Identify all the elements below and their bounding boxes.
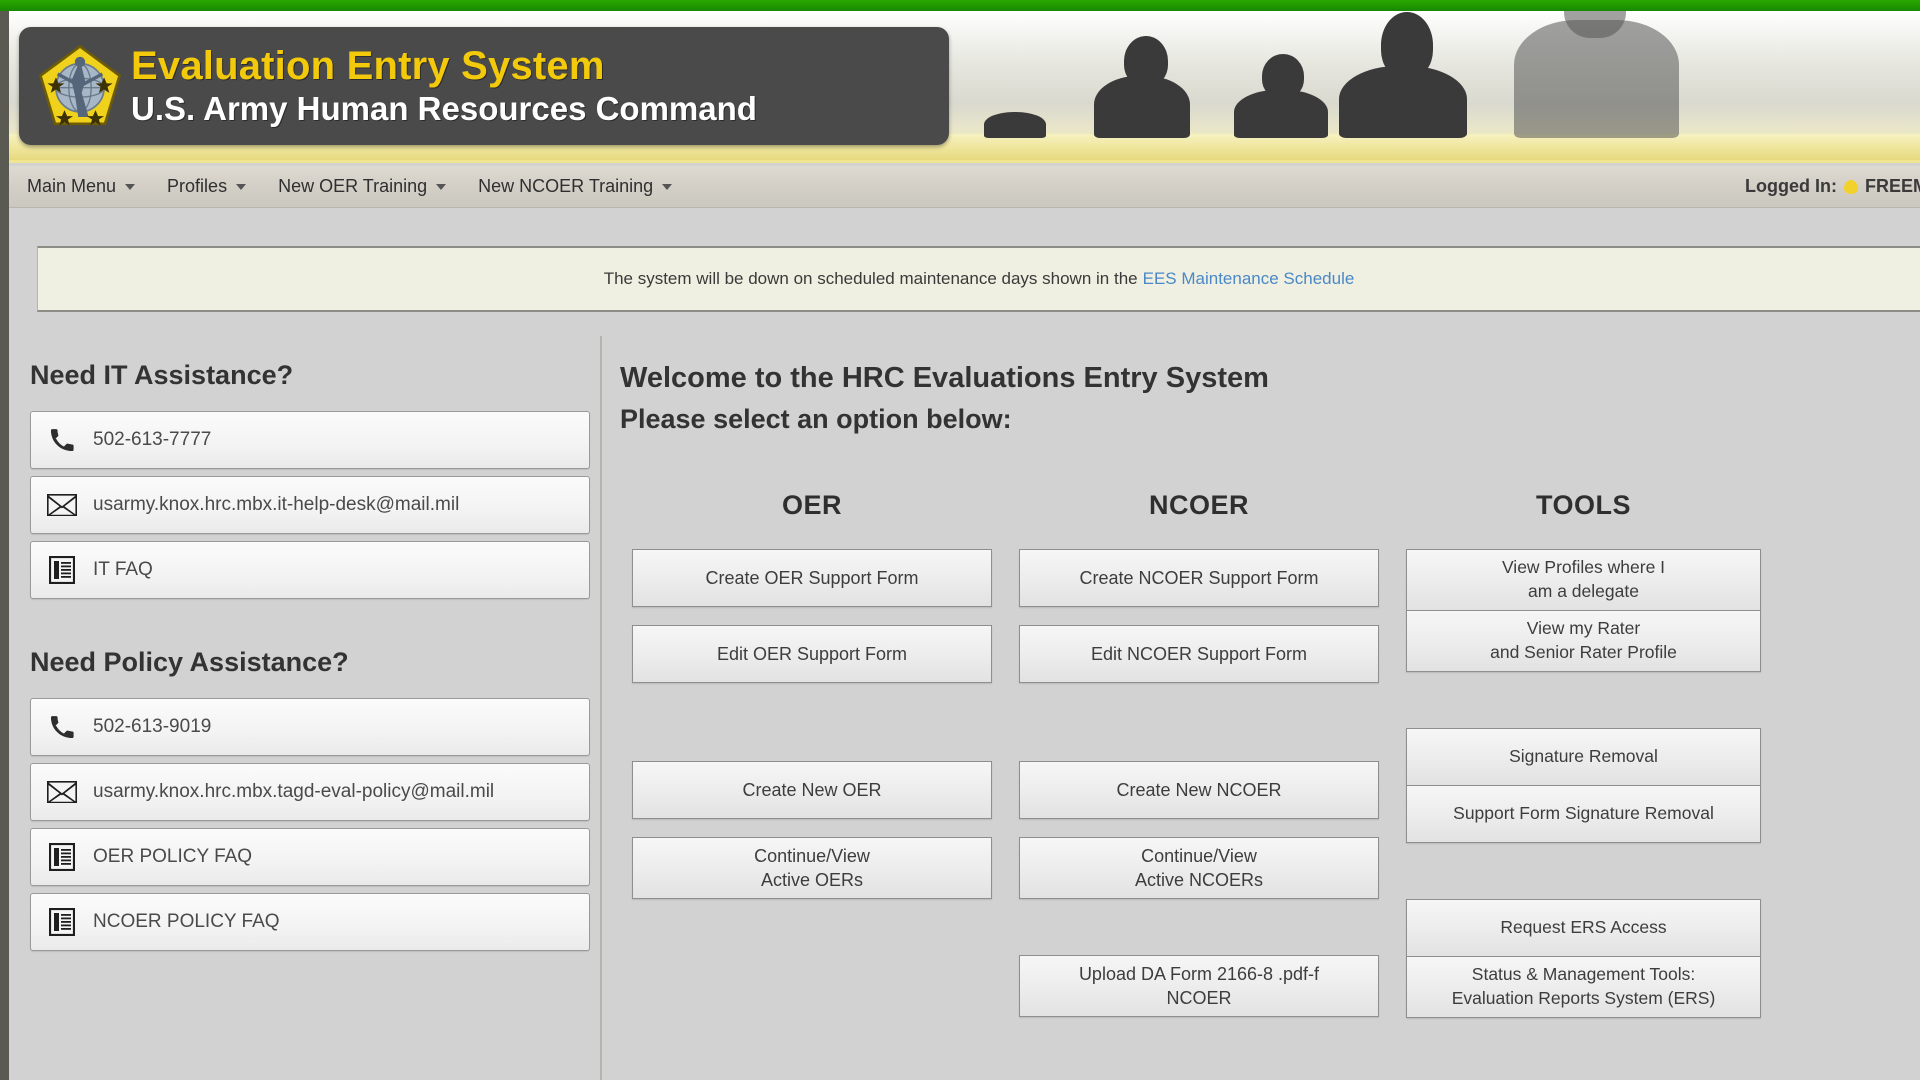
continue-view-active-oers-button[interactable]: Continue/View Active OERs [632,837,992,899]
it-phone-label: 502-613-7777 [93,429,212,450]
nav-label-profiles: Profiles [167,176,228,196]
oer-column-heading: OER [781,490,842,520]
nav-label-new-oer-training: New OER Training [278,176,428,196]
create-new-oer-button[interactable]: Create New OER [632,761,992,819]
left-frame-edge [0,11,9,1080]
phone-icon [31,427,93,453]
it-assistance-heading: Need IT Assistance? [30,360,294,390]
ncoer-column: NCOER Create NCOER Support Form Edit NCO… [1019,490,1379,1080]
policy-assistance-heading: Need Policy Assistance? [30,647,349,677]
signature-removal-button[interactable]: Signature Removal [1406,728,1761,786]
create-ncoer-support-form-button[interactable]: Create NCOER Support Form [1019,549,1379,607]
ncoer-policy-faq-button[interactable]: NCOER POLICY FAQ [30,893,590,951]
app-title-primary: Evaluation Entry System [131,43,605,88]
upload-da-form-2166-8-ncoer-button[interactable]: Upload DA Form 2166-8 .pdf-f NCOER [1019,955,1379,1017]
application-page: Evaluation Entry System U.S. Army Human … [0,0,1920,1080]
it-email-button[interactable]: usarmy.knox.hrc.mbx.it-help-desk@mail.mi… [30,476,590,534]
maintenance-notice: The system will be down on scheduled mai… [37,246,1920,312]
oer-policy-faq-button[interactable]: OER POLICY FAQ [30,828,590,886]
user-icon [1844,179,1858,194]
tools-column: TOOLS View Profiles where I am a delegat… [1406,490,1761,1080]
nav-item-new-oer-training[interactable]: New OER Training [262,166,462,207]
option-columns: OER Create OER Support Form Edit OER Sup… [620,490,1920,1080]
chevron-down-icon [436,183,447,190]
policy-phone-label: 502-613-9019 [93,716,212,737]
welcome-subheading: Please select an option below: [620,404,1012,434]
phone-icon [31,714,93,740]
status-management-tools-ers-button[interactable]: Status & Management Tools: Evaluation Re… [1406,956,1761,1018]
document-icon [31,843,93,871]
main-navigation-bar: Main Menu Profiles New OER Training New … [9,166,1920,208]
maintenance-text: The system will be down on scheduled mai… [603,269,1138,288]
logged-in-status: Logged In: FREEM [1745,176,1920,197]
logged-in-label: Logged In: [1745,176,1837,196]
view-profiles-where-i-am-a-delegate-button[interactable]: View Profiles where I am a delegate [1406,549,1761,611]
app-title-secondary: U.S. Army Human Resources Command [131,89,757,127]
site-banner: Evaluation Entry System U.S. Army Human … [9,11,1920,163]
chevron-down-icon [662,183,673,190]
content-divider [600,336,602,1080]
nav-item-main-menu[interactable]: Main Menu [9,166,151,207]
title-plate: Evaluation Entry System U.S. Army Human … [19,27,949,145]
oer-policy-faq-label: OER POLICY FAQ [93,846,253,867]
it-email-label: usarmy.knox.hrc.mbx.it-help-desk@mail.mi… [93,494,460,515]
policy-email-button[interactable]: usarmy.knox.hrc.mbx.tagd-eval-policy@mai… [30,763,590,821]
top-green-bar [0,0,1920,11]
oer-column: OER Create OER Support Form Edit OER Sup… [632,490,992,1080]
tools-column-heading: TOOLS [1535,490,1631,520]
ncoer-policy-faq-label: NCOER POLICY FAQ [93,911,280,932]
it-faq-label: IT FAQ [93,559,153,580]
nav-item-new-ncoer-training[interactable]: New NCOER Training [462,166,688,207]
main-content: Welcome to the HRC Evaluations Entry Sys… [620,362,1900,435]
policy-phone-button[interactable]: 502-613-9019 [30,698,590,756]
assistance-sidebar: Need IT Assistance? 502-613-7777 usarmy.… [30,360,590,958]
view-my-rater-and-senior-rater-profile-button[interactable]: View my Rater and Senior Rater Profile [1406,610,1761,672]
envelope-icon [31,493,93,517]
logged-in-username: FREEM [1865,176,1920,196]
ees-maintenance-schedule-link[interactable]: EES Maintenance Schedule [1143,269,1355,289]
chevron-down-icon [125,183,136,190]
support-form-signature-removal-button[interactable]: Support Form Signature Removal [1406,785,1761,843]
nav-label-main-menu: Main Menu [27,176,117,196]
chevron-down-icon [236,183,247,190]
nav-label-new-ncoer-training: New NCOER Training [478,176,654,196]
policy-email-label: usarmy.knox.hrc.mbx.tagd-eval-policy@mai… [93,781,495,802]
nav-item-profiles[interactable]: Profiles [151,166,262,207]
document-icon [31,556,93,584]
it-phone-button[interactable]: 502-613-7777 [30,411,590,469]
envelope-icon [31,780,93,804]
continue-view-active-ncoers-button[interactable]: Continue/View Active NCOERs [1019,837,1379,899]
request-ers-access-button[interactable]: Request ERS Access [1406,899,1761,957]
ncoer-column-heading: NCOER [1148,490,1249,520]
it-faq-button[interactable]: IT FAQ [30,541,590,599]
create-oer-support-form-button[interactable]: Create OER Support Form [632,549,992,607]
welcome-heading: Welcome to the HRC Evaluations Entry Sys… [620,362,1269,394]
hrc-pentagon-logo [37,38,123,134]
edit-oer-support-form-button[interactable]: Edit OER Support Form [632,625,992,683]
edit-ncoer-support-form-button[interactable]: Edit NCOER Support Form [1019,625,1379,683]
document-icon [31,908,93,936]
create-new-ncoer-button[interactable]: Create New NCOER [1019,761,1379,819]
